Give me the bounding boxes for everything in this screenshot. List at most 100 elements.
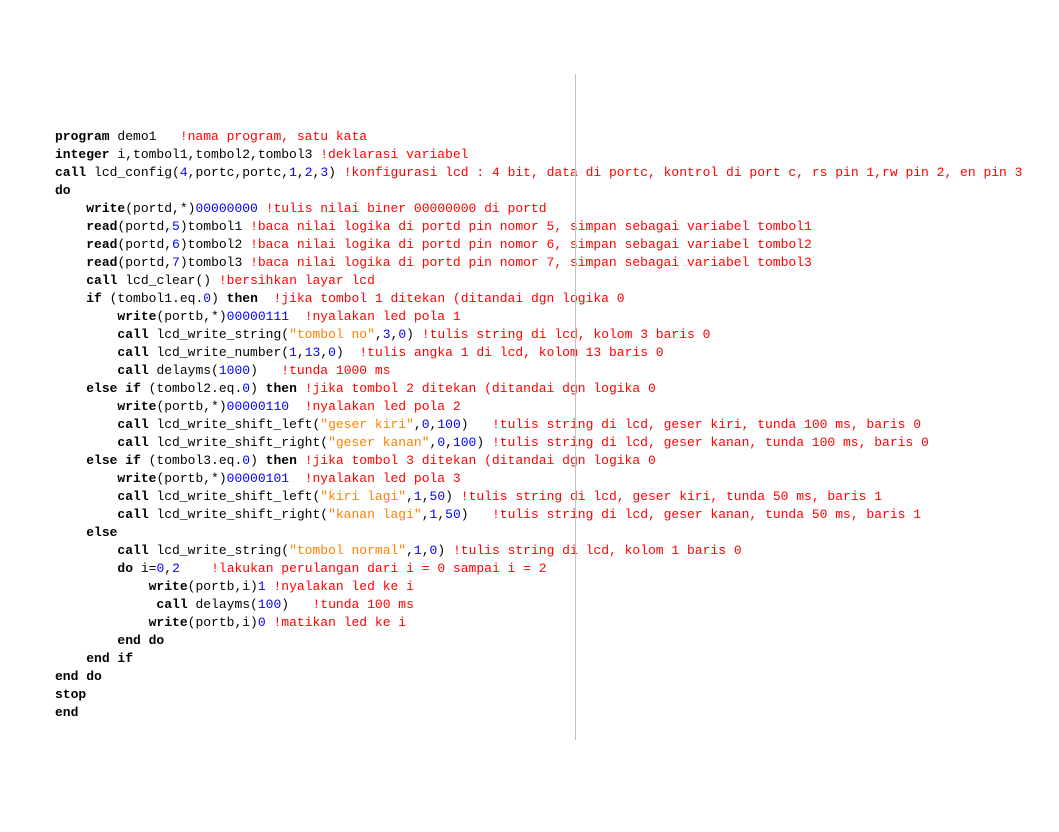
code-line[interactable]: end do — [55, 632, 1059, 650]
token-ident: )tombol2 — [180, 237, 250, 252]
token-kw: call — [156, 597, 187, 612]
token-ident — [55, 651, 86, 666]
token-num: 7 — [172, 255, 180, 270]
token-cmt: !nama program, satu kata — [180, 129, 367, 144]
token-cmt: !tulis string di lcd, geser kiri, tunda … — [461, 489, 882, 504]
token-cmt: !lakukan perulangan dari i = 0 sampai i … — [211, 561, 546, 576]
token-cmt: !tunda 1000 ms — [281, 363, 390, 378]
token-ident: , — [422, 489, 430, 504]
token-kw: call — [117, 417, 148, 432]
token-kw: write — [117, 471, 156, 486]
token-cmt: !tunda 100 ms — [312, 597, 413, 612]
token-cmt: !jika tombol 2 ditekan (ditandai dgn log… — [305, 381, 656, 396]
vertical-ruler — [575, 74, 576, 740]
code-line[interactable]: read(portd,5)tombol1 !baca nilai logika … — [55, 218, 1059, 236]
token-ident — [289, 399, 305, 414]
code-line[interactable]: call lcd_write_number(1,13,0) !tulis ang… — [55, 344, 1059, 362]
token-ident: ) — [250, 381, 266, 396]
token-ident — [55, 579, 149, 594]
token-num: 2 — [172, 561, 180, 576]
token-kw: program — [55, 129, 110, 144]
token-cmt: !bersihkan layar lcd — [219, 273, 375, 288]
token-ident: lcd_config( — [86, 165, 180, 180]
token-ident: , — [422, 507, 430, 522]
token-ident: , — [437, 507, 445, 522]
token-ident: lcd_write_string( — [149, 543, 289, 558]
code-line[interactable]: do — [55, 182, 1059, 200]
code-line[interactable]: write(portb,i)0 !matikan led ke i — [55, 614, 1059, 632]
code-editor[interactable]: program demo1 !nama program, satu katain… — [0, 74, 1059, 740]
code-line[interactable]: stop — [55, 686, 1059, 704]
code-line[interactable]: else — [55, 524, 1059, 542]
token-num: 1 — [289, 345, 297, 360]
token-kw: if — [86, 291, 102, 306]
code-line[interactable]: call lcd_write_shift_right("kanan lagi",… — [55, 506, 1059, 524]
code-line[interactable]: call delayms(1000) !tunda 1000 ms — [55, 362, 1059, 380]
code-line[interactable]: write(portb,*)00000111 !nyalakan led pol… — [55, 308, 1059, 326]
token-num: 0 — [398, 327, 406, 342]
code-line[interactable]: call lcd_write_string("tombol no",3,0) !… — [55, 326, 1059, 344]
code-content[interactable]: program demo1 !nama program, satu katain… — [55, 128, 1059, 722]
token-num: 50 — [445, 507, 461, 522]
code-line[interactable]: write(portb,i)1 !nyalakan led ke i — [55, 578, 1059, 596]
token-num: 100 — [258, 597, 281, 612]
token-num: 13 — [305, 345, 321, 360]
code-line[interactable]: do i=0,2 !lakukan perulangan dari i = 0 … — [55, 560, 1059, 578]
token-num: 3 — [383, 327, 391, 342]
token-ident — [55, 633, 117, 648]
token-ident: ) — [461, 417, 492, 432]
token-ident — [289, 309, 305, 324]
code-line[interactable]: end if — [55, 650, 1059, 668]
code-line[interactable]: call delayms(100) !tunda 100 ms — [55, 596, 1059, 614]
code-line[interactable]: program demo1 !nama program, satu kata — [55, 128, 1059, 146]
code-line[interactable]: write(portd,*)00000000 !tulis nilai bine… — [55, 200, 1059, 218]
code-line[interactable]: read(portd,7)tombol3 !baca nilai logika … — [55, 254, 1059, 272]
token-num: 00000111 — [227, 309, 289, 324]
token-num: 3 — [320, 165, 328, 180]
token-ident — [55, 255, 86, 270]
token-kw: call — [86, 273, 117, 288]
token-str: "tombol normal" — [289, 543, 406, 558]
token-num: 00000000 — [195, 201, 257, 216]
token-kw: then — [227, 291, 258, 306]
token-num: 100 — [437, 417, 460, 432]
code-line[interactable]: end — [55, 704, 1059, 722]
code-line[interactable]: write(portb,*)00000101 !nyalakan led pol… — [55, 470, 1059, 488]
code-line[interactable]: call lcd_write_shift_left("kiri lagi",1,… — [55, 488, 1059, 506]
token-ident — [55, 363, 117, 378]
token-ident: delayms( — [188, 597, 258, 612]
token-ident: )tombol3 — [180, 255, 250, 270]
code-line[interactable]: call lcd_clear() !bersihkan layar lcd — [55, 272, 1059, 290]
token-ident — [55, 525, 86, 540]
token-kw: write — [86, 201, 125, 216]
token-num: 6 — [172, 237, 180, 252]
code-line[interactable]: else if (tombol2.eq.0) then !jika tombol… — [55, 380, 1059, 398]
token-str: "geser kanan" — [328, 435, 429, 450]
token-ident: , — [406, 489, 414, 504]
token-kw: write — [117, 399, 156, 414]
token-kw: write — [117, 309, 156, 324]
code-line[interactable]: call lcd_write_string("tombol normal",1,… — [55, 542, 1059, 560]
token-ident — [258, 201, 266, 216]
code-line[interactable]: end do — [55, 668, 1059, 686]
token-cmt: !tulis string di lcd, geser kanan, tunda… — [492, 507, 921, 522]
code-line[interactable]: call lcd_write_shift_right("geser kanan"… — [55, 434, 1059, 452]
token-ident — [55, 561, 117, 576]
token-ident: )tombol1 — [180, 219, 250, 234]
code-line[interactable]: call lcd_config(4,portc,portc,1,2,3) !ko… — [55, 164, 1059, 182]
token-ident: ) — [336, 345, 359, 360]
code-line[interactable]: if (tombol1.eq.0) then !jika tombol 1 di… — [55, 290, 1059, 308]
token-ident: (portd, — [117, 255, 172, 270]
code-line[interactable]: read(portd,6)tombol2 !baca nilai logika … — [55, 236, 1059, 254]
token-kw: call — [117, 345, 148, 360]
token-ident — [55, 435, 117, 450]
code-line[interactable]: integer i,tombol1,tombol2,tombol3 !dekla… — [55, 146, 1059, 164]
token-ident — [289, 471, 305, 486]
token-ident — [55, 471, 117, 486]
code-line[interactable]: write(portb,*)00000110 !nyalakan led pol… — [55, 398, 1059, 416]
token-kw: end do — [55, 669, 102, 684]
token-str: "kanan lagi" — [328, 507, 422, 522]
code-line[interactable]: call lcd_write_shift_left("geser kiri",0… — [55, 416, 1059, 434]
code-line[interactable]: else if (tombol3.eq.0) then !jika tombol… — [55, 452, 1059, 470]
token-kw: read — [86, 219, 117, 234]
